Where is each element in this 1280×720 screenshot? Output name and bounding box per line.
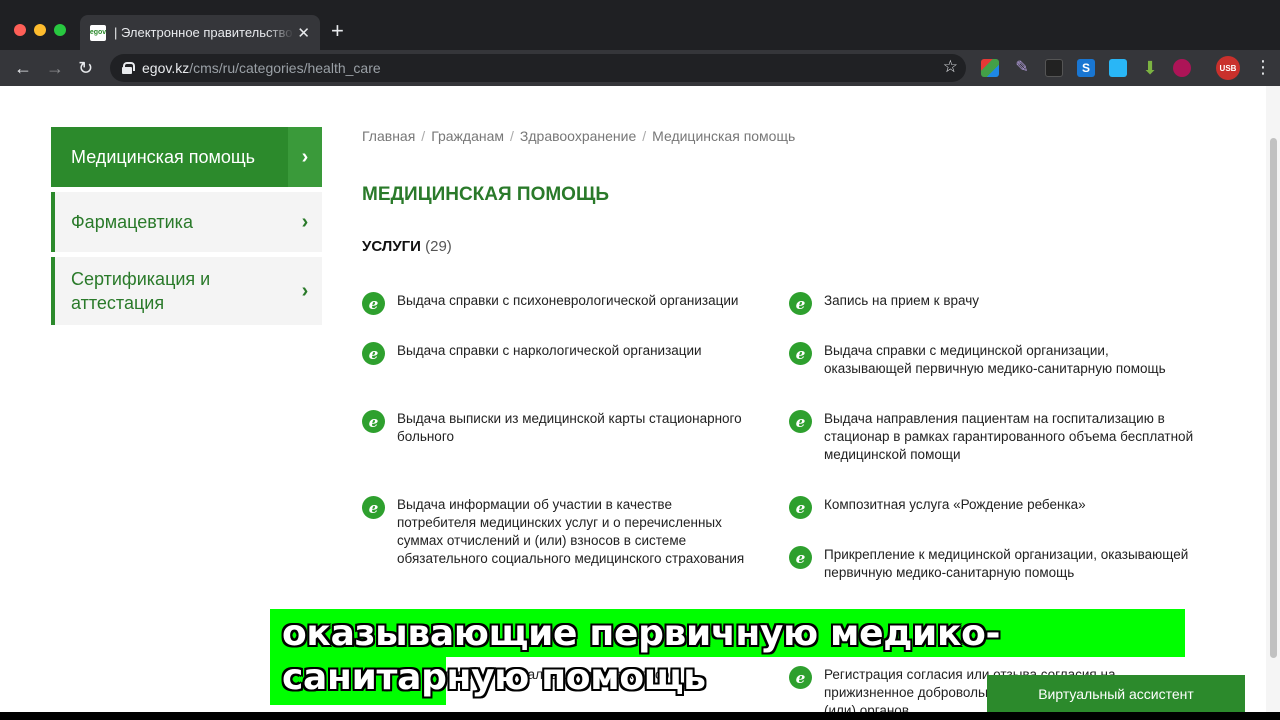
sidebar-item-label: Фармацевтика	[71, 212, 193, 232]
browser-tab[interactable]: egov | Электронное правительство ✕	[80, 15, 320, 50]
service-link[interactable]: Выдача справки с психоневрологической ор…	[397, 292, 738, 310]
extension-colorful-icon[interactable]	[981, 59, 999, 77]
egov-e-icon: e	[789, 410, 812, 433]
reload-icon[interactable]: ↻	[78, 58, 93, 78]
extension-cloud-icon[interactable]	[1109, 59, 1127, 77]
bookmark-star-icon[interactable]: ☆	[943, 57, 958, 77]
service-item[interactable]: e Выдача выписки из медицинской карты ст…	[362, 410, 752, 446]
extension-circle-icon[interactable]	[1173, 59, 1191, 77]
service-item[interactable]: e Прикрепление к медицинской организации…	[789, 546, 1199, 582]
egov-e-icon: e	[362, 410, 385, 433]
service-item[interactable]: e Выдача направления пациентам на госпит…	[789, 410, 1199, 464]
service-link[interactable]: Выдача выписки из медицинской карты стац…	[397, 410, 752, 446]
extension-s-icon[interactable]: S	[1077, 59, 1095, 77]
egov-favicon-icon: egov	[90, 24, 106, 41]
egov-e-icon: e	[789, 496, 812, 519]
chevron-right-icon: ›	[288, 127, 322, 187]
sidebar-item-label: Медицинская помощь	[71, 147, 256, 167]
maximize-window-button[interactable]	[54, 24, 66, 36]
service-link[interactable]: Выдача справки с наркологической организ…	[397, 342, 702, 360]
sidebar-item-certification[interactable]: Сертификация и аттестация ›	[51, 257, 322, 325]
chevron-right-icon: ›	[301, 210, 309, 233]
service-item[interactable]: e Композитная услуга «Рождение ребенка»	[789, 496, 1199, 519]
breadcrumb: Главная / Гражданам / Здравоохранение / Медици…	[362, 128, 796, 144]
extension-download-icon[interactable]: ⬇	[1141, 59, 1159, 77]
breadcrumb-current: Медицинская помощь	[652, 128, 796, 144]
sidebar-item-label: Сертификация и аттестация	[71, 269, 211, 313]
sidebar-item-medical-care[interactable]: Медицинская помощь ›	[51, 127, 322, 187]
breadcrumb-healthcare[interactable]: Здравоохранение	[520, 128, 636, 144]
services-count: (29)	[425, 238, 452, 255]
lock-icon	[122, 62, 135, 74]
minimize-window-button[interactable]	[34, 24, 46, 36]
service-item[interactable]: e Запись на прием к врачу	[789, 292, 1199, 315]
browser-menu-icon[interactable]: ⋮	[1254, 56, 1272, 78]
close-window-button[interactable]	[14, 24, 26, 36]
browser-titlebar: egov | Электронное правительство ✕ +	[0, 0, 1280, 50]
url-host: egov.kz	[142, 60, 190, 76]
extension-pen-icon[interactable]: ✎	[1013, 59, 1031, 77]
sidebar-item-pharmacy[interactable]: Фармацевтика ›	[51, 192, 322, 252]
forward-arrow-icon[interactable]: →	[46, 58, 64, 78]
breadcrumb-home[interactable]: Главная	[362, 128, 415, 144]
back-arrow-icon[interactable]: ←	[14, 58, 32, 78]
tab-close-icon[interactable]: ✕	[297, 24, 310, 42]
service-item[interactable]: e Выдача справки с психоневрологической …	[362, 292, 752, 315]
service-item[interactable]: e Выдача справки с медицинской организац…	[789, 342, 1199, 378]
scrollbar-thumb[interactable]	[1270, 138, 1277, 658]
page-scrollbar[interactable]	[1266, 86, 1280, 712]
url-path: /cms/ru/categories/health_care	[189, 60, 381, 76]
service-link[interactable]: Прикрепление к медицинской организации, …	[824, 546, 1199, 582]
service-link[interactable]: Выдача информации об участии в качестве …	[397, 496, 752, 568]
service-item[interactable]: e Выдача информации об участии в качеств…	[362, 496, 752, 568]
services-heading-label: УСЛУГИ	[362, 238, 421, 255]
page-title: МЕДИЦИНСКАЯ ПОМОЩЬ	[362, 184, 609, 205]
address-bar[interactable]: egov.kz/cms/ru/categories/health_care ☆	[110, 54, 966, 82]
egov-e-icon: e	[789, 546, 812, 569]
service-link[interactable]: Запись на прием к врачу	[824, 292, 979, 310]
chevron-right-icon: ›	[301, 279, 309, 302]
service-item[interactable]: e Выдача справки с наркологической орган…	[362, 342, 752, 365]
virtual-assistant-button[interactable]: Виртуальный ассистент	[987, 675, 1245, 713]
services-heading: УСЛУГИ (29)	[362, 238, 452, 255]
breadcrumb-citizens[interactable]: Гражданам	[431, 128, 504, 144]
new-tab-button[interactable]: +	[331, 19, 344, 43]
tab-title: | Электронное правительство	[114, 25, 293, 40]
bottom-letterbox	[0, 712, 1280, 720]
egov-e-icon: e	[362, 342, 385, 365]
service-link[interactable]: Выдача направления пациентам на госпитал…	[824, 410, 1199, 464]
egov-e-icon: e	[362, 292, 385, 315]
egov-e-icon: e	[362, 496, 385, 519]
egov-e-icon: e	[789, 342, 812, 365]
service-link[interactable]: Выдача справки с медицинской организации…	[824, 342, 1199, 378]
profile-avatar[interactable]: USB	[1216, 56, 1240, 80]
egov-e-icon: e	[789, 292, 812, 315]
service-link[interactable]: Композитная услуга «Рождение ребенка»	[824, 496, 1086, 514]
browser-toolbar: ← → ↻ egov.kz/cms/ru/categories/health_c…	[0, 50, 1280, 86]
extension-cube-icon[interactable]	[1045, 59, 1063, 77]
